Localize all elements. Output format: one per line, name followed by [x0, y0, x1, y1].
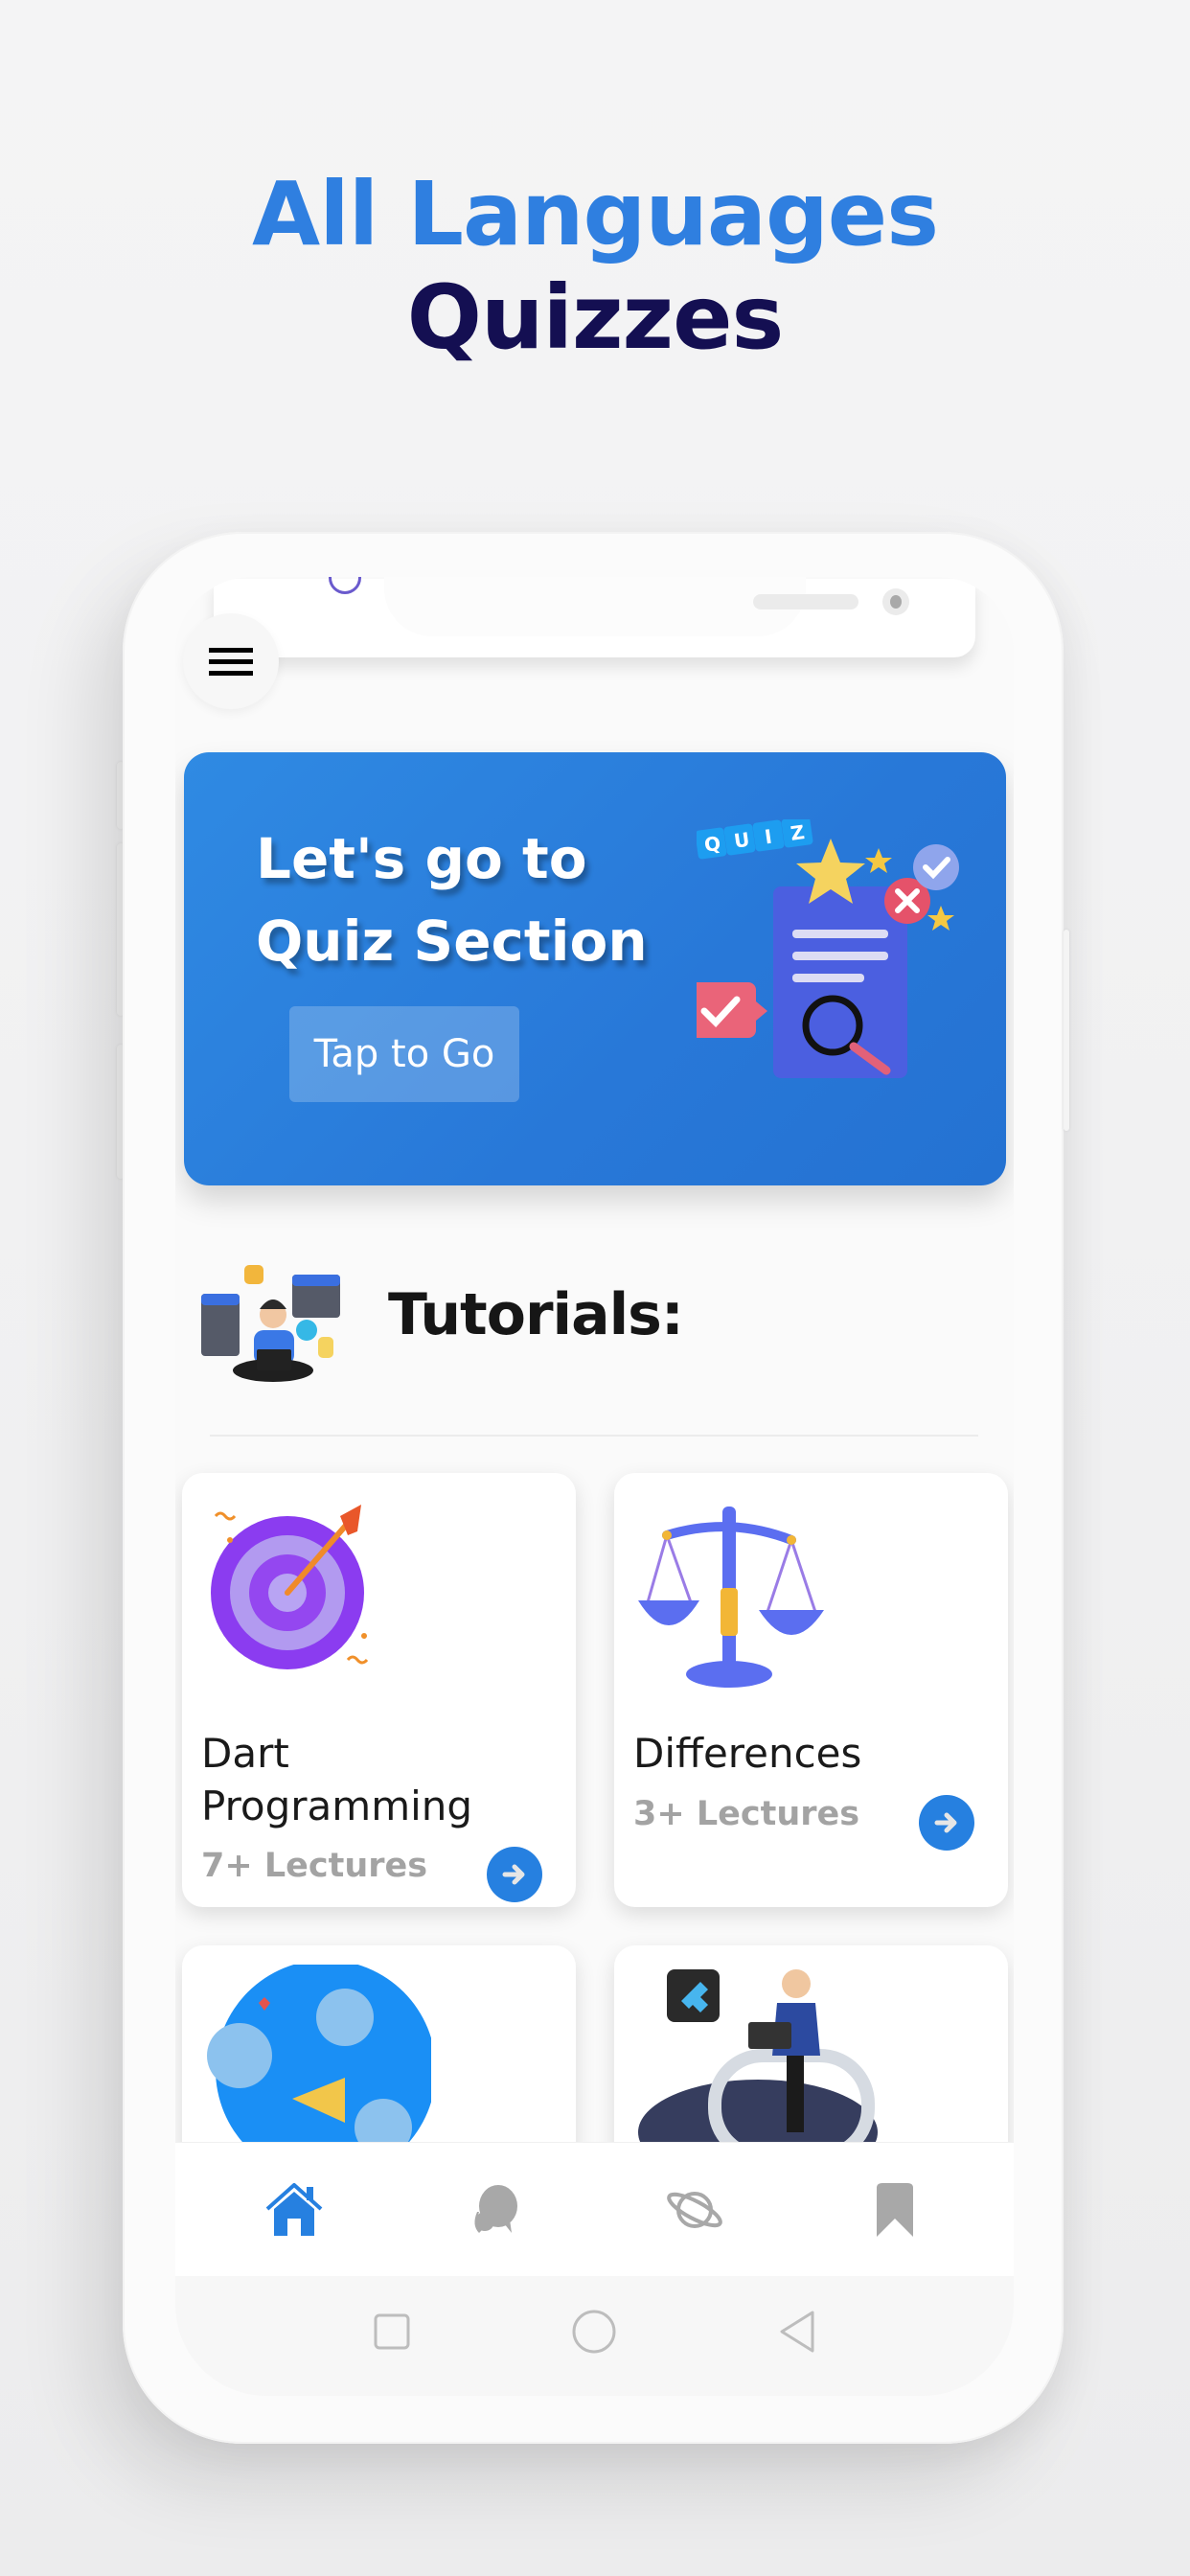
arrow-right-icon — [934, 1812, 957, 1833]
banner-title-line2: Quiz Section — [256, 908, 648, 974]
section-divider — [210, 1435, 978, 1437]
bookmark-icon — [876, 2182, 913, 2237]
menu-button[interactable] — [183, 613, 279, 709]
hamburger-menu-icon-bar — [209, 670, 253, 676]
speaker-grille — [753, 594, 858, 610]
card-title: Differences — [633, 1730, 862, 1777]
recents-square-icon — [374, 2313, 410, 2349]
back-triangle-icon — [780, 2311, 814, 2352]
hamburger-menu-icon — [209, 647, 253, 653]
phone-power-button — [1064, 930, 1069, 1131]
back-button[interactable] — [768, 2303, 826, 2360]
phone-screen: Let's go to Quiz Section Tap to Go Q U I… — [175, 577, 1014, 2396]
card-lecture-count: 7+ Lectures — [201, 1847, 428, 1885]
target-arrow-illustration — [211, 1505, 369, 1669]
chat-bubbles-icon — [474, 2184, 518, 2233]
arrow-right-icon — [502, 1864, 525, 1885]
flutter-developer-illustration — [638, 1969, 878, 2156]
tutorial-card-differences[interactable]: Differences 3+ Lectures — [614, 1473, 1008, 1907]
quiz-clipboard-illustration: Q U I Z — [697, 819, 959, 1078]
card-title-line1: Dart — [201, 1730, 289, 1777]
nav-home[interactable] — [251, 2172, 337, 2248]
tap-to-go-button[interactable]: Tap to Go — [289, 1006, 519, 1102]
developer-laptop-illustration — [201, 1265, 340, 1382]
svg-text:Q: Q — [703, 832, 722, 857]
svg-text:U: U — [733, 828, 751, 853]
appbar-logo-fragment — [329, 577, 361, 594]
hamburger-menu-icon-bar — [209, 658, 253, 664]
card-open-button[interactable] — [919, 1795, 974, 1851]
phone-notch — [384, 577, 909, 636]
nav-explore[interactable] — [652, 2172, 738, 2248]
birds-megaphone-illustration — [207, 1965, 431, 2156]
bottom-navigation — [175, 2142, 1014, 2276]
front-camera — [882, 588, 909, 615]
system-navigation-bar — [175, 2276, 1014, 2396]
tutorial-card-dart-programming[interactable]: Dart Programming 7+ Lectures — [182, 1473, 576, 1907]
home-circle-icon — [572, 2310, 616, 2353]
card-lecture-count: 3+ Lectures — [633, 1795, 860, 1833]
card-open-button[interactable] — [487, 1847, 542, 1902]
promo-headline-line2: Quizzes — [406, 266, 785, 369]
home-icon — [266, 2182, 323, 2236]
banner-title-line1: Let's go to — [256, 826, 587, 891]
tutorials-heading: Tutorials: — [388, 1281, 684, 1348]
quiz-letter-blocks: Q U I Z — [697, 819, 813, 860]
promo-headline-line1: All Languages — [252, 163, 939, 265]
nav-bookmarks[interactable] — [852, 2172, 938, 2248]
banner-title: Let's go to Quiz Section — [256, 817, 648, 982]
quiz-banner[interactable]: Let's go to Quiz Section Tap to Go Q U I… — [184, 752, 1006, 1185]
system-home-button[interactable] — [565, 2303, 623, 2360]
recents-button[interactable] — [363, 2303, 421, 2360]
card-title: Dart Programming — [201, 1727, 472, 1832]
correct-badge — [913, 844, 959, 890]
card-title-line2: Programming — [201, 1782, 473, 1829]
planet-icon — [667, 2191, 722, 2228]
balance-scale-illustration — [638, 1506, 824, 1688]
nav-chat[interactable] — [451, 2172, 538, 2248]
